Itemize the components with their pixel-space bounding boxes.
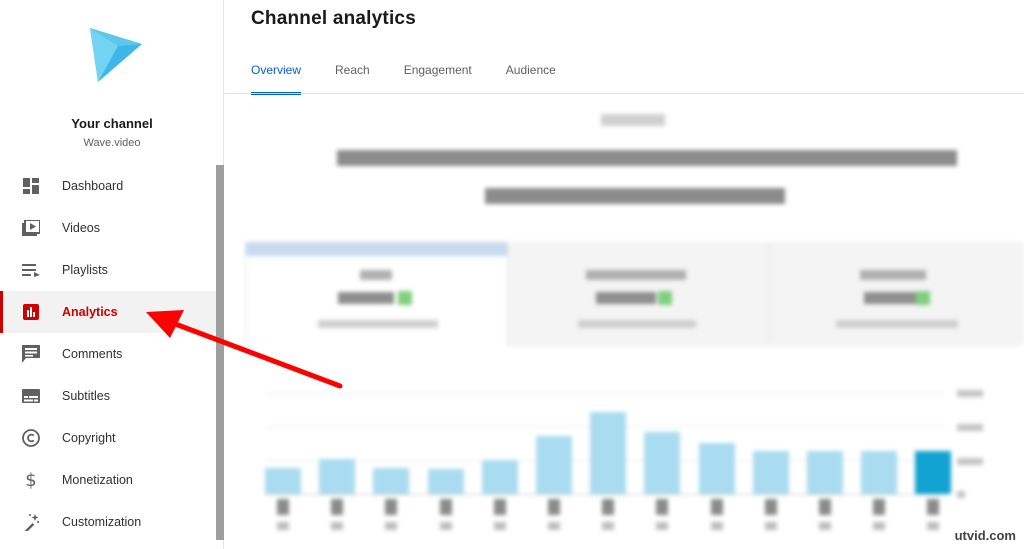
chart-gridline <box>265 393 945 394</box>
tab-reach[interactable]: Reach <box>335 63 370 95</box>
sidebar-item-label: Videos <box>62 221 100 235</box>
sidebar: Your channel Wave.video Dashboard Videos… <box>0 0 224 549</box>
main-content: Channel analytics Overview Reach Engagem… <box>225 0 1024 549</box>
sidebar-scrollbar[interactable] <box>216 165 224 540</box>
chart-x-tick <box>331 499 343 515</box>
chart-x-tick <box>548 499 560 515</box>
chart-bar[interactable] <box>482 460 518 494</box>
sidebar-item-label: Comments <box>62 347 123 361</box>
chart-bar[interactable] <box>753 451 789 494</box>
chart-x-tick-sub <box>494 522 506 530</box>
chart-x-tick <box>494 499 506 515</box>
copyright-icon <box>22 429 40 447</box>
chart-x-tick <box>656 499 668 515</box>
chart-bar[interactable] <box>536 436 572 494</box>
tabs-divider <box>225 93 1024 94</box>
chart-bar[interactable] <box>861 451 897 494</box>
sidebar-item-label: Playlists <box>62 263 108 277</box>
playlists-icon <box>22 261 40 279</box>
tab-engagement[interactable]: Engagement <box>404 63 472 95</box>
sidebar-item-label: Subtitles <box>62 389 110 403</box>
chart-x-tick <box>440 499 452 515</box>
card-selected-bar <box>246 242 508 256</box>
chart-y-tick <box>957 491 965 498</box>
chart-x-tick-sub <box>548 522 560 530</box>
sidebar-item-monetization[interactable]: $ Monetization <box>0 459 216 501</box>
chart-x-tick-sub <box>277 522 289 530</box>
sidebar-item-comments[interactable]: Comments <box>0 333 216 375</box>
chart-x-tick-sub <box>765 522 777 530</box>
chart-bar[interactable] <box>590 412 626 494</box>
metric-cards <box>245 242 1024 346</box>
sidebar-item-label: Customization <box>62 515 142 529</box>
sidebar-nav: Dashboard Videos Playlists Analytics Com… <box>0 165 216 543</box>
chart-x-tick <box>765 499 777 515</box>
chart-x-tick-sub <box>711 522 723 530</box>
chart-bar[interactable] <box>699 443 735 494</box>
channel-handle: Wave.video <box>83 137 141 149</box>
metric-card-subscribers[interactable] <box>769 242 1024 346</box>
chart-bar[interactable] <box>428 469 464 494</box>
chart-bar[interactable] <box>915 451 951 494</box>
dashboard-icon <box>22 177 40 195</box>
chart-x-tick <box>277 499 289 515</box>
videos-icon <box>22 219 40 237</box>
chart-bar[interactable] <box>373 468 409 494</box>
chart-x-tick-sub <box>440 522 452 530</box>
sidebar-item-dashboard[interactable]: Dashboard <box>0 165 216 207</box>
chart-gridline <box>265 494 945 495</box>
tab-overview[interactable]: Overview <box>251 63 302 95</box>
page-title: Channel analytics <box>251 8 416 29</box>
chart-x-tick <box>602 499 614 515</box>
chart-bar[interactable] <box>644 432 680 494</box>
chart-x-tick <box>819 499 831 515</box>
customization-icon <box>22 513 40 531</box>
chart-bar[interactable] <box>265 468 301 494</box>
blurred-caption <box>601 114 665 126</box>
sidebar-item-label: Dashboard <box>62 179 124 193</box>
sidebar-item-videos[interactable]: Videos <box>0 207 216 249</box>
sidebar-item-label: Copyright <box>62 431 116 445</box>
chart-x-tick-sub <box>656 522 668 530</box>
sidebar-item-label: Monetization <box>62 473 133 487</box>
analytics-icon <box>22 303 40 321</box>
sidebar-item-copyright[interactable]: Copyright <box>0 417 216 459</box>
tab-audience[interactable]: Audience <box>506 63 556 95</box>
monetization-icon: $ <box>25 469 37 491</box>
comments-icon <box>22 345 40 363</box>
sidebar-item-analytics[interactable]: Analytics <box>0 291 216 333</box>
subtitles-icon <box>22 387 40 405</box>
metric-card-watch-time[interactable] <box>507 242 769 346</box>
chart-x-tick <box>385 499 397 515</box>
sidebar-item-label: Analytics <box>62 305 118 319</box>
chart-x-tick-sub <box>873 522 885 530</box>
chart-bar[interactable] <box>319 459 355 494</box>
sidebar-item-customization[interactable]: Customization <box>0 501 216 543</box>
chart-x-tick-sub <box>331 522 343 530</box>
chart-x-tick <box>927 499 939 515</box>
chart-x-tick-sub <box>602 522 614 530</box>
chart-x-tick-sub <box>819 522 831 530</box>
channel-logo[interactable] <box>86 26 144 84</box>
chart-x-tick <box>873 499 885 515</box>
chart-x-tick-sub <box>927 522 939 530</box>
blurred-headline-line-2 <box>485 188 785 204</box>
chart-x-tick-sub <box>385 522 397 530</box>
blurred-headline-line-1 <box>337 150 957 166</box>
chart-y-tick <box>957 458 983 465</box>
watermark: utvid.com <box>954 528 1016 543</box>
chart-y-tick <box>957 424 983 431</box>
channel-name: Your channel <box>71 116 153 131</box>
analytics-tabs: Overview Reach Engagement Audience <box>251 63 590 95</box>
sidebar-item-subtitles[interactable]: Subtitles <box>0 375 216 417</box>
sidebar-item-playlists[interactable]: Playlists <box>0 249 216 291</box>
metric-card-views[interactable] <box>245 242 508 346</box>
chart-x-tick <box>711 499 723 515</box>
chart-y-tick <box>957 390 983 397</box>
chart-bar[interactable] <box>807 451 843 494</box>
